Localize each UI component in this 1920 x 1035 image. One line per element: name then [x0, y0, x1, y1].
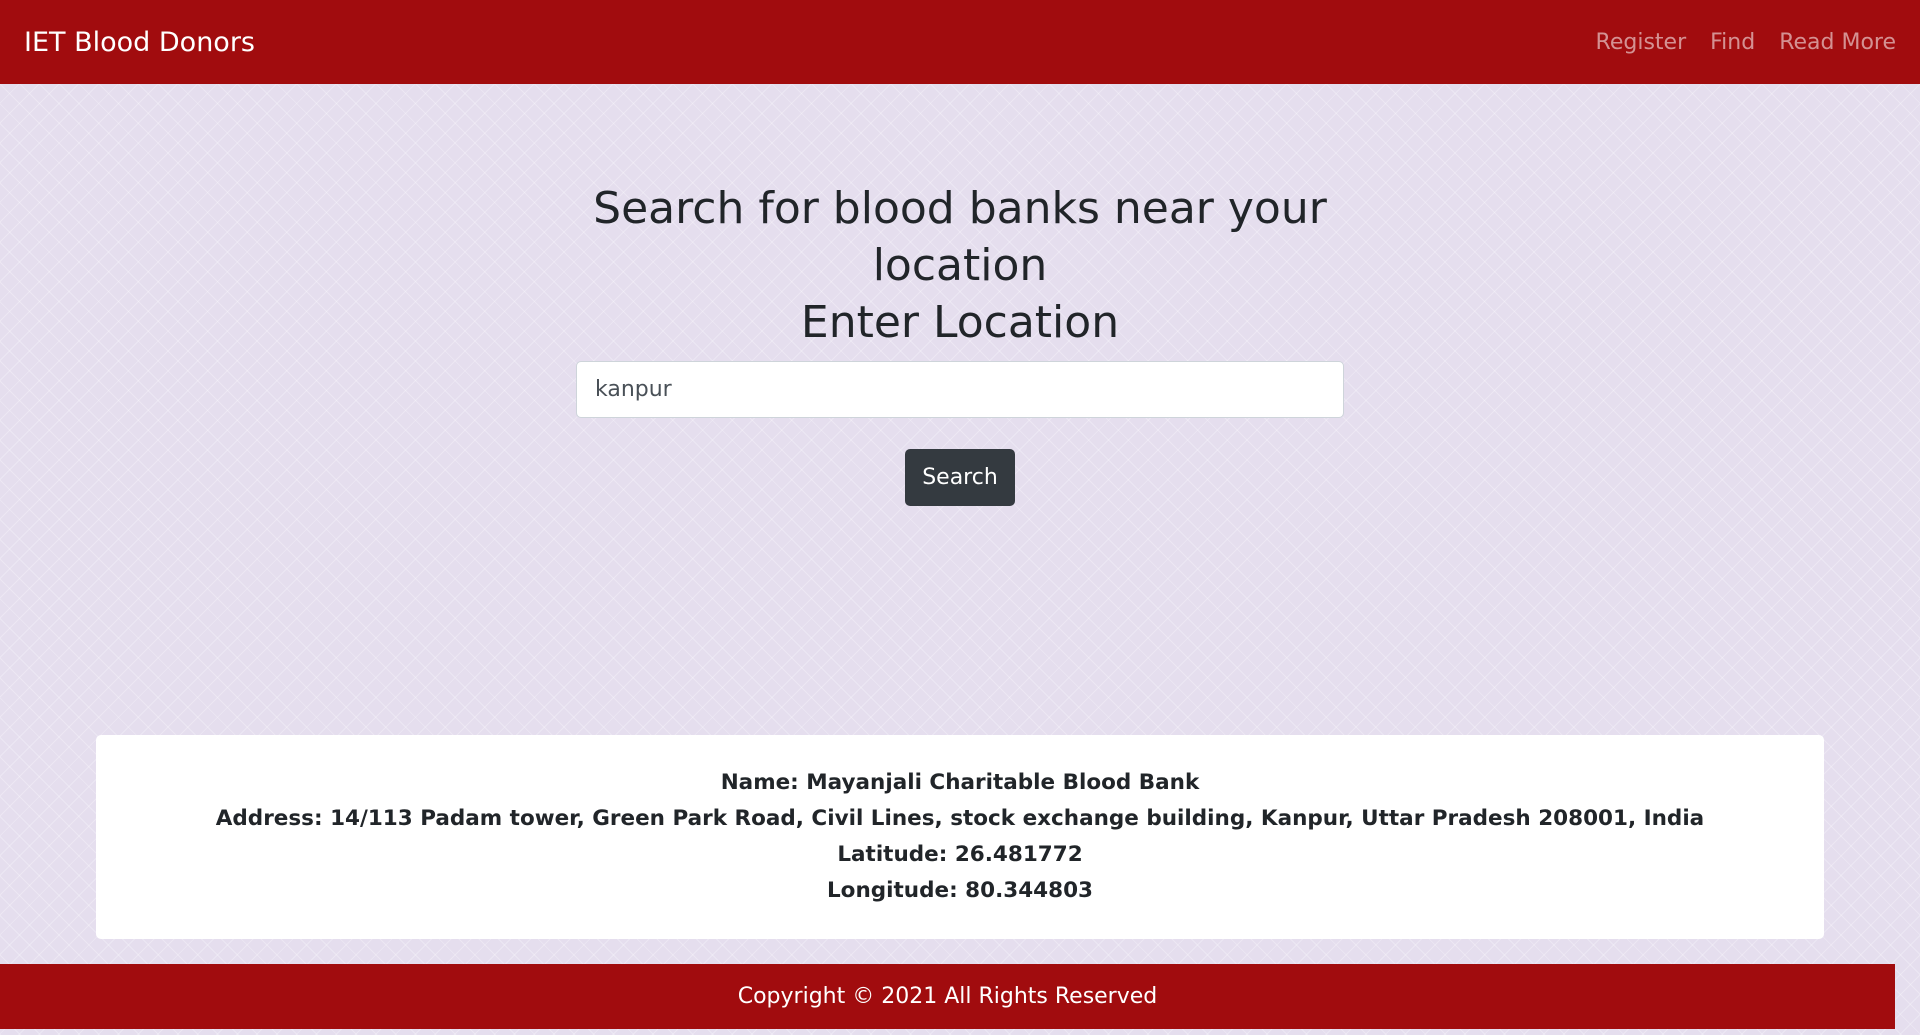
result-longitude: Longitude: 80.344803	[826, 878, 1094, 903]
search-heading: Search for blood banks near your locatio…	[570, 180, 1350, 351]
result-latitude: Latitude: 26.481772	[837, 842, 1083, 867]
nav-link-find[interactable]: Find	[1710, 30, 1755, 55]
search-section: Search for blood banks near your locatio…	[0, 180, 1920, 506]
location-input[interactable]	[576, 361, 1344, 418]
nav-links: Register Find Read More	[1596, 30, 1896, 55]
result-address: Address: 14/113 Padam tower, Green Park …	[215, 806, 1705, 831]
result-card: Name: Mayanjali Charitable Blood Bank Ad…	[96, 735, 1824, 939]
search-heading-title: Search for blood banks near your locatio…	[593, 183, 1327, 291]
search-button[interactable]: Search	[905, 449, 1015, 506]
footer-copyright: Copyright © 2021 All Rights Reserved	[737, 984, 1158, 1009]
navbar: IET Blood Donors Register Find Read More	[0, 0, 1920, 84]
nav-link-read-more[interactable]: Read More	[1779, 30, 1896, 55]
nav-link-register[interactable]: Register	[1596, 30, 1687, 55]
result-name: Name: Mayanjali Charitable Blood Bank	[720, 770, 1200, 795]
brand-link[interactable]: IET Blood Donors	[24, 27, 255, 58]
search-heading-subtitle: Enter Location	[800, 297, 1120, 348]
footer: Copyright © 2021 All Rights Reserved	[0, 964, 1895, 1029]
